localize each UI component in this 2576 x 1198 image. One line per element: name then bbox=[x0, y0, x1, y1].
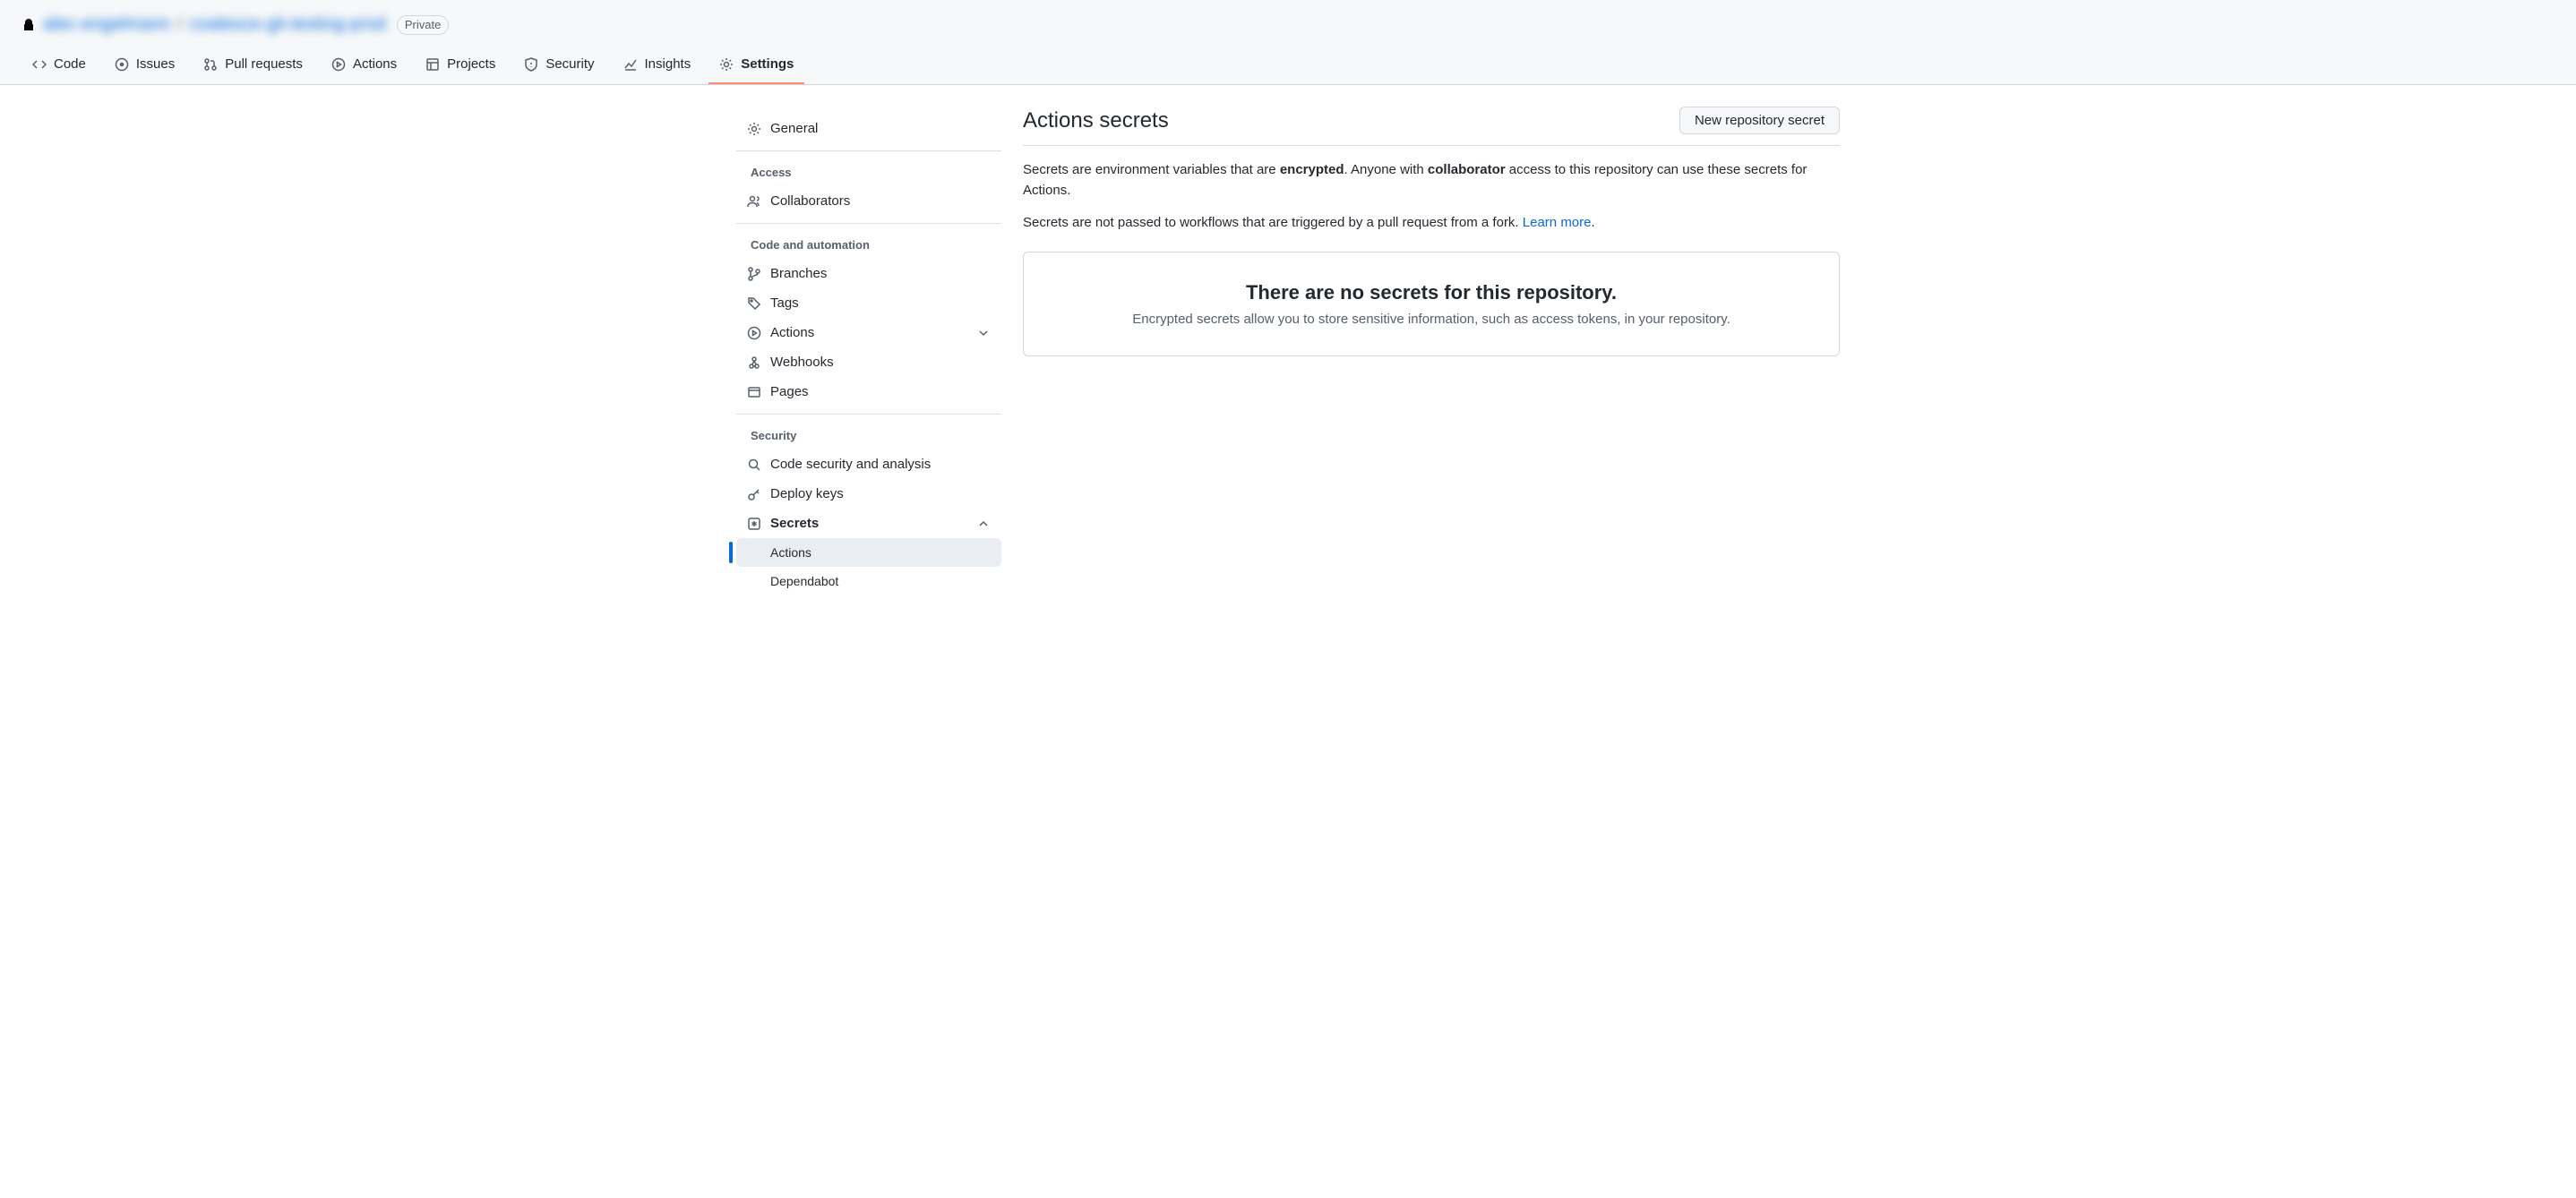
tab-issues[interactable]: Issues bbox=[104, 49, 185, 84]
learn-more-link[interactable]: Learn more bbox=[1523, 215, 1592, 230]
main-content: Actions secrets New repository secret Se… bbox=[1023, 107, 1840, 603]
sidebar-subitem-secrets-dependabot[interactable]: Dependabot bbox=[736, 567, 1001, 595]
sidebar-subitem-secrets-actions[interactable]: Actions bbox=[736, 538, 1001, 567]
tab-label: Pull requests bbox=[225, 56, 303, 72]
tab-projects[interactable]: Projects bbox=[415, 49, 506, 84]
tab-label: Code bbox=[54, 56, 86, 72]
sidebar-item-label: Pages bbox=[770, 384, 809, 399]
tab-insights[interactable]: Insights bbox=[613, 49, 702, 84]
branch-icon bbox=[747, 267, 761, 281]
people-icon bbox=[747, 194, 761, 209]
gear-icon bbox=[747, 122, 761, 136]
empty-state: There are no secrets for this repository… bbox=[1023, 252, 1840, 356]
lock-icon bbox=[21, 18, 36, 32]
gear-icon bbox=[719, 57, 734, 72]
empty-state-text: Encrypted secrets allow you to store sen… bbox=[1052, 312, 1810, 327]
sidebar-item-label: Code security and analysis bbox=[770, 457, 931, 472]
tab-actions[interactable]: Actions bbox=[321, 49, 408, 84]
code-icon bbox=[32, 57, 47, 72]
issues-icon bbox=[115, 57, 129, 72]
sidebar-item-label: Tags bbox=[770, 295, 799, 311]
tab-label: Actions bbox=[353, 56, 397, 72]
webhook-icon bbox=[747, 355, 761, 370]
tab-label: Settings bbox=[741, 56, 794, 72]
sidebar-item-label: Collaborators bbox=[770, 193, 850, 209]
tag-icon bbox=[747, 296, 761, 311]
sidebar-item-label: Actions bbox=[770, 545, 811, 560]
play-icon bbox=[331, 57, 346, 72]
settings-sidebar: General Access Collaborators Code and au… bbox=[736, 107, 1001, 603]
sidebar-item-label: General bbox=[770, 121, 818, 136]
graph-icon bbox=[623, 57, 638, 72]
play-icon bbox=[747, 326, 761, 340]
breadcrumb: alec-engelmann / coalesce-git-testing-pr… bbox=[21, 14, 2555, 49]
breadcrumb-owner[interactable]: alec-engelmann bbox=[43, 14, 170, 35]
browser-icon bbox=[747, 385, 761, 399]
sidebar-item-label: Deploy keys bbox=[770, 486, 844, 501]
sidebar-item-label: Actions bbox=[770, 325, 814, 340]
sidebar-item-collaborators[interactable]: Collaborators bbox=[736, 186, 1001, 216]
scan-icon bbox=[747, 458, 761, 472]
new-repository-secret-button[interactable]: New repository secret bbox=[1679, 107, 1840, 134]
breadcrumb-repo[interactable]: coalesce-git-testing-prod bbox=[190, 14, 386, 35]
tab-settings[interactable]: Settings bbox=[708, 49, 804, 84]
page-title: Actions secrets bbox=[1023, 108, 1169, 133]
key-icon bbox=[747, 487, 761, 501]
sidebar-item-secrets[interactable]: Secrets bbox=[736, 509, 1001, 538]
asterisk-icon bbox=[747, 517, 761, 531]
empty-state-title: There are no secrets for this repository… bbox=[1052, 281, 1810, 304]
description-text: Secrets are environment variables that a… bbox=[1023, 160, 1840, 201]
sidebar-item-label: Webhooks bbox=[770, 355, 834, 370]
projects-icon bbox=[425, 57, 440, 72]
tab-pull-requests[interactable]: Pull requests bbox=[193, 49, 313, 84]
sidebar-heading-security: Security bbox=[736, 422, 1001, 449]
shield-icon bbox=[524, 57, 538, 72]
repo-tabs: Code Issues Pull requests Actions Projec… bbox=[21, 49, 2555, 84]
tab-code[interactable]: Code bbox=[21, 49, 97, 84]
tab-label: Issues bbox=[136, 56, 175, 72]
sidebar-item-branches[interactable]: Branches bbox=[736, 259, 1001, 288]
sidebar-item-tags[interactable]: Tags bbox=[736, 288, 1001, 318]
chevron-up-icon bbox=[976, 517, 991, 531]
sidebar-item-deploy-keys[interactable]: Deploy keys bbox=[736, 479, 1001, 509]
sidebar-item-label: Secrets bbox=[770, 516, 819, 531]
sidebar-item-label: Dependabot bbox=[770, 574, 838, 588]
tab-label: Security bbox=[545, 56, 594, 72]
sidebar-item-actions[interactable]: Actions bbox=[736, 318, 1001, 347]
sidebar-item-webhooks[interactable]: Webhooks bbox=[736, 347, 1001, 377]
tab-label: Insights bbox=[645, 56, 691, 72]
sidebar-item-code-security[interactable]: Code security and analysis bbox=[736, 449, 1001, 479]
sidebar-heading-access: Access bbox=[736, 158, 1001, 186]
tab-label: Projects bbox=[447, 56, 495, 72]
visibility-badge: Private bbox=[397, 15, 449, 35]
chevron-down-icon bbox=[976, 326, 991, 340]
pr-icon bbox=[203, 57, 218, 72]
tab-security[interactable]: Security bbox=[513, 49, 605, 84]
sidebar-item-label: Branches bbox=[770, 266, 827, 281]
sidebar-item-general[interactable]: General bbox=[736, 114, 1001, 143]
sidebar-heading-code: Code and automation bbox=[736, 231, 1001, 259]
sidebar-item-pages[interactable]: Pages bbox=[736, 377, 1001, 406]
description-text-fork: Secrets are not passed to workflows that… bbox=[1023, 213, 1840, 234]
